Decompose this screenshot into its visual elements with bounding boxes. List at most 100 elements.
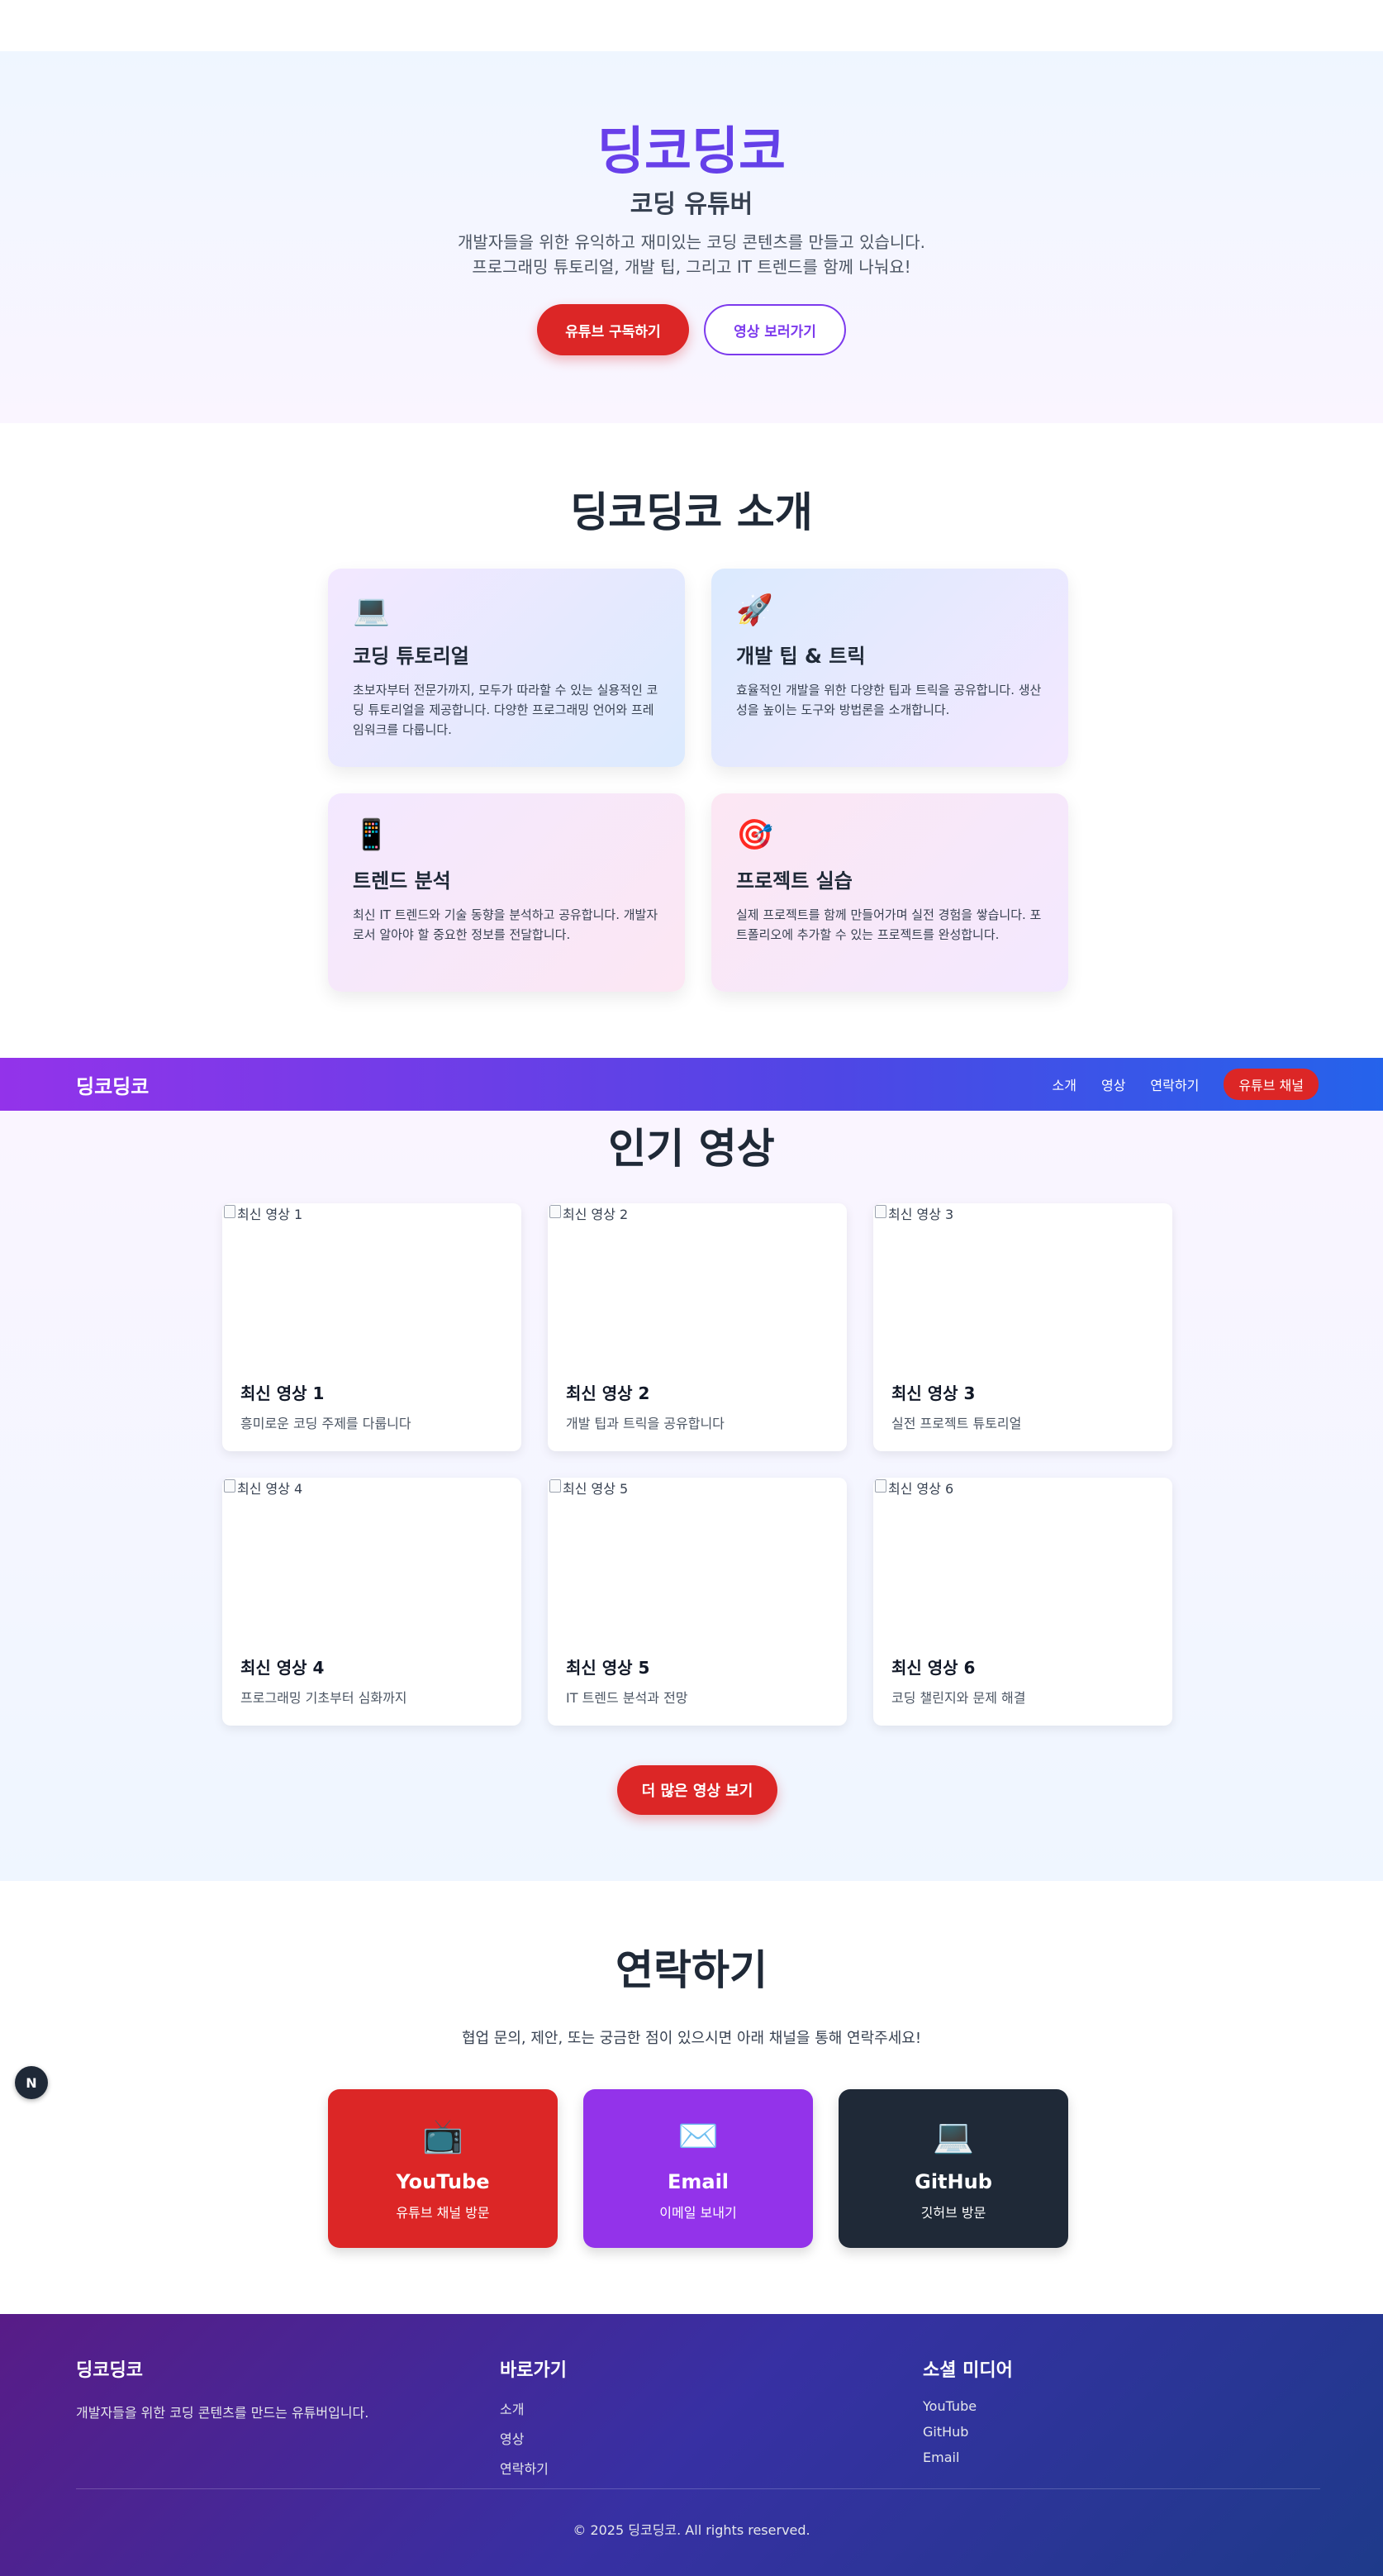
subscribe-button[interactable]: 유튜브 구독하기 [537,304,689,355]
video-desc: 실전 프로젝트 튜토리얼 [891,1416,1022,1431]
hero-buttons: 유튜브 구독하기 영상 보러가기 [0,304,1383,355]
footer-link-about[interactable]: 소개 [500,2398,567,2418]
laptop-icon: 💻 [933,2117,974,2155]
broken-image-icon [224,1205,235,1218]
video-thumbnail-alt: 최신 영상 6 [888,1481,954,1497]
about-card-tips: 🚀 개발 팁 & 트릭 효율적인 개발을 위한 다양한 팁과 트릭을 공유합니다… [711,569,1068,767]
about-card-trends: 📱 트렌드 분석 최신 IT 트렌드와 기술 동향을 분석하고 공유합니다. 개… [328,793,685,992]
footer-social-youtube[interactable]: YouTube [923,2398,1013,2414]
nav-link-about[interactable]: 소개 [1053,1074,1076,1094]
video-desc: 흥미로운 코딩 주제를 다룹니다 [240,1416,411,1431]
contact-card-youtube[interactable]: 📺 YouTube 유튜브 채널 방문 [328,2089,558,2248]
nav-links: 소개 영상 연락하기 유튜브 채널 [1053,1069,1319,1100]
contact-title: 연락하기 [615,1946,768,1994]
video-thumbnail[interactable]: 최신 영상 1 [222,1203,521,1369]
footer-link-videos[interactable]: 영상 [500,2428,567,2448]
footer-divider [76,2488,1320,2489]
contact-card-email[interactable]: ✉️ Email 이메일 보내기 [583,2089,813,2248]
video-card[interactable]: 최신 영상 3 최신 영상 3 실전 프로젝트 튜토리얼 [873,1203,1172,1451]
contact-card-sub: 깃허브 방문 [920,2205,986,2221]
contact-card-name: YouTube [396,2170,490,2193]
broken-image-icon [875,1205,886,1218]
about-card-desc: 효율적인 개발을 위한 다양한 팁과 트릭을 공유합니다. 생산성을 높이는 도… [736,683,1042,717]
about-title: 딩코딩코 소개 [570,488,813,536]
hero-desc-line: 프로그래밍 튜토리얼, 개발 팁, 그리고 IT 트렌드를 함께 나눠요! [472,257,911,277]
hero-section: 딩코딩코 코딩 유튜버 개발자들을 위한 유익하고 재미있는 코딩 콘텐츠를 만… [0,51,1383,423]
videos-section: 인기 영상 최신 영상 1 최신 영상 1 흥미로운 코딩 주제를 다룹니다 최… [0,1111,1383,1881]
about-card-title: 개발 팁 & 트릭 [736,645,866,668]
footer-copyright: © 2025 딩코딩코. All rights reserved. [573,2522,810,2538]
footer-links-title: 바로가기 [500,2360,567,2381]
broken-image-icon [549,1205,561,1218]
about-card-desc: 초보자부터 전문가까지, 모두가 따라할 수 있는 실용적인 코딩 튜토리얼을 … [353,683,658,737]
about-card-title: 트렌드 분석 [353,869,451,893]
broken-image-icon [549,1479,561,1493]
footer-link-contact[interactable]: 연락하기 [500,2458,567,2478]
nav-youtube-button[interactable]: 유튜브 채널 [1224,1069,1319,1100]
laptop-icon: 💻 [353,593,390,627]
nav-link-videos[interactable]: 영상 [1101,1074,1125,1094]
nav-logo[interactable]: 딩코딩코 [76,1070,149,1099]
video-card[interactable]: 최신 영상 6 최신 영상 6 코딩 챌린지와 문제 해결 [873,1478,1172,1726]
video-title: 최신 영상 6 [891,1658,976,1678]
navbar: 딩코딩코 소개 영상 연락하기 유튜브 채널 [0,1058,1383,1111]
video-thumbnail[interactable]: 최신 영상 4 [222,1478,521,1643]
video-thumbnail[interactable]: 최신 영상 3 [873,1203,1172,1369]
video-title: 최신 영상 5 [566,1658,650,1678]
video-thumbnail-alt: 최신 영상 3 [888,1207,954,1222]
video-desc: 코딩 챌린지와 문제 해결 [891,1690,1026,1706]
floating-badge-button[interactable]: N [15,2066,48,2099]
broken-image-icon [875,1479,886,1493]
about-card-tutorial: 💻 코딩 튜토리얼 초보자부터 전문가까지, 모두가 따라할 수 있는 실용적인… [328,569,685,767]
footer-brand-desc: 개발자들을 위한 코딩 콘텐츠를 만드는 유튜버입니다. [76,2405,369,2421]
broken-image-icon [224,1479,235,1493]
footer-social-title: 소셜 미디어 [923,2360,1013,2381]
video-title: 최신 영상 3 [891,1383,976,1403]
footer-social-column: 소셜 미디어 YouTube GitHub Email [923,2355,1013,2475]
video-card[interactable]: 최신 영상 1 최신 영상 1 흥미로운 코딩 주제를 다룹니다 [222,1203,521,1451]
video-desc: IT 트렌드 분석과 전망 [566,1690,688,1706]
video-thumbnail[interactable]: 최신 영상 6 [873,1478,1172,1643]
video-thumbnail-alt: 최신 영상 4 [237,1481,303,1497]
about-card-title: 프로젝트 실습 [736,869,853,893]
video-card[interactable]: 최신 영상 4 최신 영상 4 프로그래밍 기초부터 심화까지 [222,1478,521,1726]
about-card-title: 코딩 튜토리얼 [353,645,469,668]
tv-icon: 📺 [422,2117,463,2155]
contact-card-sub: 유튜브 채널 방문 [396,2205,490,2221]
video-desc: 개발 팁과 트릭을 공유합니다 [566,1416,725,1431]
footer-brand: 딩코딩코 [76,2360,143,2381]
hero-description: 개발자들을 위한 유익하고 재미있는 코딩 콘텐츠를 만들고 있습니다. 프로그… [0,230,1383,279]
video-title: 최신 영상 4 [240,1658,325,1678]
footer-brand-column: 딩코딩코 개발자들을 위한 코딩 콘텐츠를 만드는 유튜버입니다. [76,2355,368,2421]
hero-desc-line: 개발자들을 위한 유익하고 재미있는 코딩 콘텐츠를 만들고 있습니다. [457,232,926,252]
nav-link-contact[interactable]: 연락하기 [1150,1074,1199,1094]
video-thumbnail-alt: 최신 영상 5 [563,1481,629,1497]
contact-card-name: Email [667,2170,730,2193]
about-card-desc: 최신 IT 트렌드와 기술 동향을 분석하고 공유합니다. 개발자로서 알아야 … [353,907,658,942]
video-title: 최신 영상 2 [566,1383,650,1403]
footer: 딩코딩코 개발자들을 위한 코딩 콘텐츠를 만드는 유튜버입니다. 바로가기 소… [0,2314,1383,2576]
video-thumbnail[interactable]: 최신 영상 2 [548,1203,847,1369]
video-card[interactable]: 최신 영상 5 최신 영상 5 IT 트렌드 분석과 전망 [548,1478,847,1726]
more-videos-button[interactable]: 더 많은 영상 보기 [617,1765,777,1815]
rocket-icon: 🚀 [736,593,773,627]
video-thumbnail-alt: 최신 영상 2 [563,1207,629,1222]
videos-title: 인기 영상 [608,1125,775,1173]
footer-links-column: 바로가기 소개 영상 연락하기 [500,2355,567,2488]
video-card[interactable]: 최신 영상 2 최신 영상 2 개발 팁과 트릭을 공유합니다 [548,1203,847,1451]
footer-social-email[interactable]: Email [923,2450,1013,2465]
about-card-projects: 🎯 프로젝트 실습 실제 프로젝트를 함께 만들어가며 실전 경험을 쌓습니다.… [711,793,1068,992]
footer-social-github[interactable]: GitHub [923,2424,1013,2440]
video-thumbnail-alt: 최신 영상 1 [237,1207,303,1222]
video-thumbnail[interactable]: 최신 영상 5 [548,1478,847,1643]
watch-videos-button[interactable]: 영상 보러가기 [704,304,846,355]
envelope-icon: ✉️ [677,2117,719,2155]
target-icon: 🎯 [736,818,773,852]
contact-card-github[interactable]: 💻 GitHub 깃허브 방문 [839,2089,1068,2248]
about-card-desc: 실제 프로젝트를 함께 만들어가며 실전 경험을 쌓습니다. 포트폴리오에 추가… [736,907,1042,942]
hero-subtitle: 코딩 유튜버 [630,190,753,219]
hero-title: 딩코딩코 [0,109,1383,183]
video-desc: 프로그래밍 기초부터 심화까지 [240,1690,407,1706]
phone-icon: 📱 [353,818,390,852]
contact-card-name: GitHub [915,2170,992,2193]
